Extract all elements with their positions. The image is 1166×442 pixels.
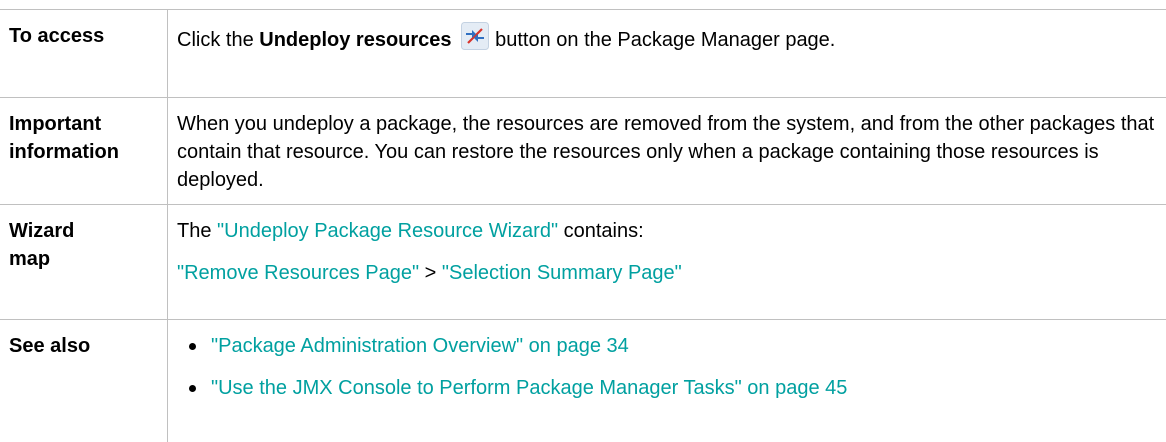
wizard-separator: >	[419, 262, 442, 284]
label-important-information: Important information	[0, 98, 168, 205]
remove-resources-page-link[interactable]: "Remove Resources Page"	[177, 262, 419, 284]
see-also-item: "Package Administration Overview" on pag…	[189, 332, 1166, 360]
bullet-icon	[189, 343, 196, 350]
label-wizard-line2: map	[9, 245, 167, 273]
wizard-suffix: contains:	[558, 220, 644, 242]
access-prefix: Click the	[177, 29, 259, 51]
undeploy-wizard-link[interactable]: "Undeploy Package Resource Wizard"	[217, 220, 558, 242]
selection-summary-page-link[interactable]: "Selection Summary Page"	[442, 262, 682, 284]
see-also-list: "Package Administration Overview" on pag…	[177, 332, 1166, 402]
bullet-icon	[189, 385, 196, 392]
label-important-line1: Important	[9, 110, 167, 138]
jmx-console-tasks-link[interactable]: "Use the JMX Console to Perform Package …	[211, 377, 847, 399]
wizard-line1: The "Undeploy Package Resource Wizard" c…	[177, 217, 1166, 245]
label-wizard-line1: Wizard	[9, 217, 167, 245]
label-important-line2: information	[9, 138, 167, 166]
label-wizard-map: Wizard map	[0, 205, 168, 320]
value-wizard-map: The "Undeploy Package Resource Wizard" c…	[168, 205, 1166, 320]
row-wizard-map: Wizard map The "Undeploy Package Resourc…	[0, 205, 1166, 320]
undeploy-resources-name: Undeploy resources	[259, 29, 451, 51]
info-table: To access Click the Undeploy resources b…	[0, 9, 1166, 442]
access-suffix: button on the Package Manager page.	[495, 29, 835, 51]
label-to-access: To access	[0, 10, 168, 98]
row-to-access: To access Click the Undeploy resources b…	[0, 10, 1166, 98]
package-administration-overview-link[interactable]: "Package Administration Overview" on pag…	[211, 335, 629, 357]
undeploy-resources-icon	[461, 22, 489, 50]
wizard-prefix: The	[177, 220, 217, 242]
see-also-item: "Use the JMX Console to Perform Package …	[189, 374, 1166, 402]
wizard-line2: "Remove Resources Page" > "Selection Sum…	[177, 259, 1166, 287]
row-see-also: See also "Package Administration Overvie…	[0, 320, 1166, 442]
label-see-also: See also	[0, 320, 168, 442]
value-important-information: When you undeploy a package, the resourc…	[168, 98, 1166, 205]
value-see-also: "Package Administration Overview" on pag…	[168, 320, 1166, 442]
value-to-access: Click the Undeploy resources button on t…	[168, 10, 1166, 98]
row-important-information: Important information When you undeploy …	[0, 98, 1166, 205]
